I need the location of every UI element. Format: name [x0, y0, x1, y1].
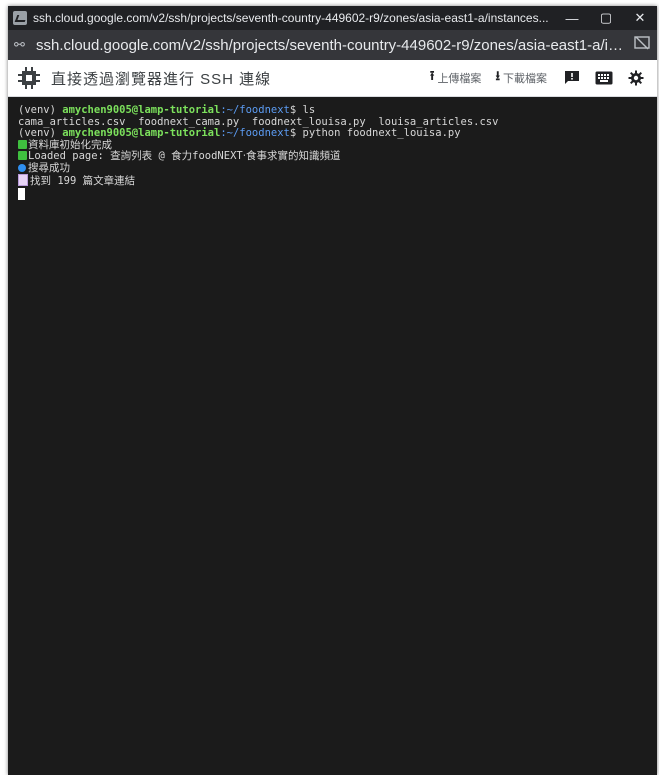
terminal-cursor-line: [18, 187, 647, 202]
ssh-page-title: 直接透過瀏覽器進行 SSH 連線: [51, 70, 272, 88]
download-file-button[interactable]: ⭳ 下載檔案: [495, 67, 547, 89]
download-label: 下載檔案: [503, 73, 547, 85]
terminal-line: (venv) amychen9005@lamp-tutorial:~/foodn…: [18, 127, 461, 139]
check-mark-icon: [18, 151, 27, 160]
terminal-cursor: [18, 187, 25, 200]
site-info-icon[interactable]: ⚯: [14, 37, 36, 53]
upload-icon: ⭱: [429, 68, 435, 83]
terminal-line: 搜尋成功: [18, 162, 647, 175]
terminal-output[interactable]: (venv) amychen9005@lamp-tutorial:~/foodn…: [8, 97, 657, 775]
terminal-line: Loaded page: 查詢列表 @ 食力foodNEXT‧食事求實的知識頻道: [18, 150, 647, 163]
address-bar[interactable]: ⚯ ssh.cloud.google.com/v2/ssh/projects/s…: [8, 30, 657, 60]
maximize-button[interactable]: ▢: [589, 10, 623, 26]
cast-off-icon[interactable]: [627, 36, 657, 54]
keyboard-icon[interactable]: [593, 67, 615, 89]
title-bar: ssh.cloud.google.com/v2/ssh/projects/sev…: [8, 6, 657, 30]
browser-window: ssh.cloud.google.com/v2/ssh/projects/sev…: [8, 6, 657, 775]
ssh-toolbar: 直接透過瀏覽器進行 SSH 連線 ⭱ 上傳檔案 ⭳ 下載檔案: [8, 60, 657, 97]
chip-icon: [17, 66, 41, 90]
gear-icon[interactable]: [625, 67, 647, 89]
check-mark-icon: [18, 139, 27, 149]
upload-file-button[interactable]: ⭱ 上傳檔案: [430, 67, 482, 89]
search-icon: [18, 163, 26, 172]
terminal-line: 找到 199 篇文章連結: [18, 174, 647, 188]
terminal-line: (venv) amychen9005@lamp-tutorial:~/foodn…: [18, 104, 316, 116]
window-app-icon: [13, 11, 27, 25]
window-title: ssh.cloud.google.com/v2/ssh/projects/sev…: [33, 11, 549, 25]
url-text[interactable]: ssh.cloud.google.com/v2/ssh/projects/sev…: [36, 37, 627, 54]
upload-label: 上傳檔案: [437, 73, 482, 85]
document-icon: [18, 174, 28, 186]
minimize-button[interactable]: —: [555, 11, 589, 26]
download-icon: ⭳: [495, 68, 500, 83]
feedback-icon[interactable]: [561, 67, 583, 89]
close-button[interactable]: ✕: [623, 10, 657, 26]
